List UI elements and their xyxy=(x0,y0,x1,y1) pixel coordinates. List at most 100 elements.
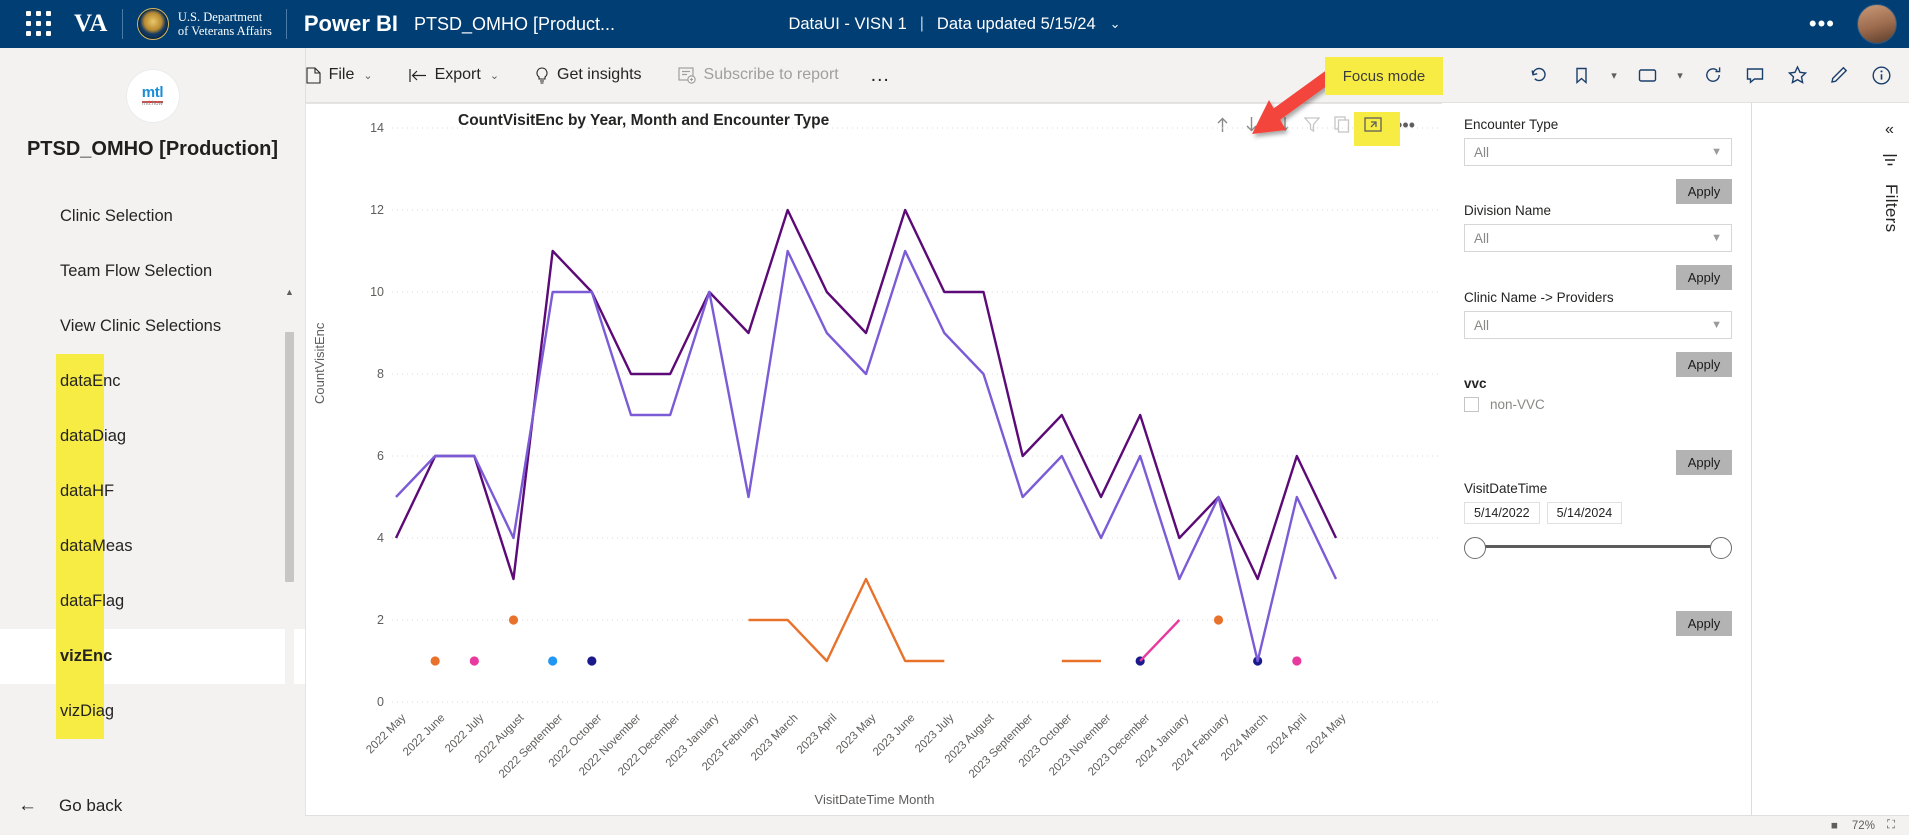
page-view-icon[interactable]: ■ xyxy=(1831,820,1838,832)
sidebar-item-label: vizDiag xyxy=(60,702,115,720)
chevron-double-left-icon[interactable]: « xyxy=(1870,121,1909,139)
chevron-down-icon: ⌄ xyxy=(489,69,500,82)
chevron-down-icon[interactable]: ⌄ xyxy=(1110,16,1121,32)
avatar[interactable] xyxy=(1857,4,1897,44)
report-canvas: CountVisitEnc by Year, Month and Encount… xyxy=(305,103,1444,818)
y-axis-title: CountVisitEnc xyxy=(312,322,327,404)
sidebar-item-datahf[interactable]: dataHF xyxy=(0,464,305,519)
bookmark-icon[interactable] xyxy=(1563,58,1599,92)
slicer-clinic-providers: Clinic Name -> Providers All ▼ Apply xyxy=(1464,290,1732,377)
sidebar-item-datadiag[interactable]: dataDiag xyxy=(0,409,305,464)
file-menu-button[interactable]: File ⌄ xyxy=(297,58,382,92)
y-tick-label: 12 xyxy=(370,203,384,217)
toolbar-right-icons: ▾ ▾ xyxy=(1521,58,1899,92)
non-vvc-checkbox[interactable]: non-VVC xyxy=(1464,397,1732,412)
sidebar-item-dataenc[interactable]: dataEnc xyxy=(0,354,305,409)
scroll-up-arrow-icon[interactable]: ▲ xyxy=(284,286,295,298)
y-tick-label: 10 xyxy=(370,285,384,299)
sidebar-item-view-clinic-selections[interactable]: View Clinic Selections xyxy=(0,299,305,354)
encounter-type-dropdown[interactable]: All ▼ xyxy=(1464,138,1732,166)
get-insights-button[interactable]: Get insights xyxy=(526,58,650,92)
nav-scrollbar[interactable]: ▲ ▼ xyxy=(284,286,295,831)
focus-mode-icon[interactable] xyxy=(1364,116,1382,133)
app-launcher-icon[interactable] xyxy=(26,11,52,37)
chevron-down-icon: ⌄ xyxy=(363,69,373,82)
date-range-slider[interactable] xyxy=(1464,533,1732,559)
va-department-name: U.S. Department of Veterans Affairs xyxy=(178,10,272,39)
chevron-down-icon: ▼ xyxy=(1711,232,1722,244)
dataui-context-label: DataUI - VISN 1 xyxy=(788,14,907,33)
slider-knob-end[interactable] xyxy=(1710,537,1732,559)
department-line-1: U.S. Department xyxy=(177,9,263,24)
go-back-label: Go back xyxy=(59,796,123,815)
header-right-group: ••• xyxy=(1809,0,1909,48)
fit-to-page-icon[interactable]: ⛶ xyxy=(1887,819,1895,832)
va-seal-icon xyxy=(136,8,169,40)
slider-rail xyxy=(1475,545,1721,548)
apply-button-clinic-providers[interactable]: Apply xyxy=(1676,352,1732,377)
va-logo: VA xyxy=(74,10,108,37)
y-tick-label: 8 xyxy=(377,367,384,381)
sidebar-item-label: dataHF xyxy=(60,482,115,500)
department-line-2: of Veterans Affairs xyxy=(177,24,272,38)
filters-rail[interactable]: « Filters xyxy=(1870,103,1909,816)
slicer-visit-date-time: VisitDateTime 5/14/2022 5/14/2024 Apply xyxy=(1464,481,1732,639)
sidebar-item-clinic-selection[interactable]: Clinic Selection xyxy=(0,189,305,244)
info-icon[interactable] xyxy=(1863,58,1899,92)
sidebar-item-label: vizEnc xyxy=(60,647,113,665)
refresh-icon[interactable] xyxy=(1695,58,1731,92)
sidebar-item-vizdiag[interactable]: vizDiag xyxy=(0,684,305,739)
header-pipe-separator: | xyxy=(919,15,924,32)
date-range-inputs: 5/14/2022 5/14/2024 xyxy=(1464,502,1732,524)
zoom-level-label[interactable]: 72% xyxy=(1852,820,1875,832)
edit-pencil-icon[interactable] xyxy=(1821,58,1857,92)
division-name-dropdown[interactable]: All ▼ xyxy=(1464,224,1732,252)
reset-icon[interactable] xyxy=(1521,58,1557,92)
report-title-header[interactable]: PTSD_OMHO [Product... xyxy=(414,14,615,35)
y-tick-label: 2 xyxy=(377,613,384,627)
export-icon xyxy=(408,68,426,82)
slicer-label: Division Name xyxy=(1464,203,1552,218)
nav-item-list: Clinic Selection Team Flow Selection Vie… xyxy=(0,189,305,739)
checkbox-box-icon xyxy=(1464,397,1479,412)
sidebar-item-team-flow-selection[interactable]: Team Flow Selection xyxy=(0,244,305,299)
comment-icon[interactable] xyxy=(1737,58,1773,92)
y-tick-label: 4 xyxy=(377,531,384,545)
page-title: PTSD_OMHO [Production] xyxy=(26,138,279,160)
toolbar-more-options-icon[interactable]: … xyxy=(870,65,890,85)
filter-lines-icon[interactable] xyxy=(1870,153,1909,172)
date-end-input[interactable]: 5/14/2024 xyxy=(1546,502,1623,524)
sidebar-item-vizenc[interactable]: vizEnc xyxy=(0,629,305,684)
subscribe-icon xyxy=(677,66,696,84)
non-vvc-label: non-VVC xyxy=(1490,397,1545,412)
va-top-header: VA U.S. Department of Veterans Affairs P… xyxy=(0,0,1909,48)
power-bi-report-window: VA U.S. Department of Veterans Affairs P… xyxy=(0,0,1909,835)
file-label: File xyxy=(328,66,355,83)
sidebar-item-dataflag[interactable]: dataFlag xyxy=(0,574,305,629)
slicer-vvc: vvc non-VVC Apply xyxy=(1464,376,1732,476)
apply-button-encounter-type[interactable]: Apply xyxy=(1676,179,1732,204)
mtl-logo-main: mtl xyxy=(141,84,164,103)
date-start-input[interactable]: 5/14/2022 xyxy=(1464,502,1540,524)
data-updated-label[interactable]: Data updated 5/15/24 xyxy=(937,15,1096,34)
power-bi-brand[interactable]: Power BI xyxy=(304,11,398,37)
header-divider-2 xyxy=(285,9,287,39)
more-horizontal-icon[interactable]: ••• xyxy=(1809,13,1835,35)
export-menu-button[interactable]: Export ⌄ xyxy=(400,58,508,92)
line-chart-plot[interactable]: CountVisitEnc VisitDateTime Month 0 2 4 6 8 1… xyxy=(306,104,1443,817)
focus-mode-tooltip: Focus mode xyxy=(1325,57,1443,95)
scrollbar-thumb[interactable] xyxy=(285,332,294,582)
sidebar-item-datameas[interactable]: dataMeas xyxy=(0,519,305,574)
slider-knob-start[interactable] xyxy=(1464,537,1486,559)
favorite-star-icon[interactable] xyxy=(1779,58,1815,92)
view-icon[interactable] xyxy=(1629,58,1665,92)
apply-button-vvc[interactable]: Apply xyxy=(1676,450,1732,475)
subscribe-label: Subscribe to report xyxy=(703,66,839,83)
apply-button-date[interactable]: Apply xyxy=(1676,611,1732,636)
bookmark-chevron-down-icon[interactable]: ▾ xyxy=(1605,58,1623,92)
go-back-button[interactable]: ← Go back xyxy=(0,777,305,835)
view-chevron-down-icon[interactable]: ▾ xyxy=(1671,58,1689,92)
sidebar-item-label: Team Flow Selection xyxy=(60,262,213,280)
apply-button-division-name[interactable]: Apply xyxy=(1676,265,1732,290)
clinic-providers-dropdown[interactable]: All ▼ xyxy=(1464,311,1732,339)
